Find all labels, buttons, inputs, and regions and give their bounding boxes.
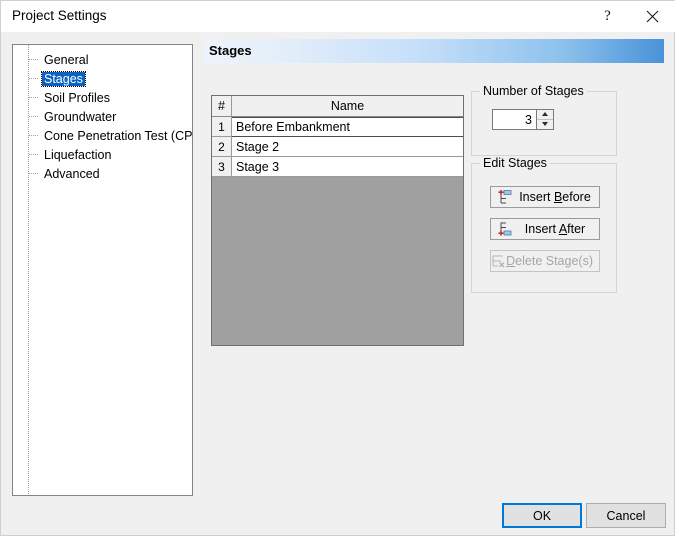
tree-item-advanced[interactable]: Advanced (13, 164, 192, 183)
project-settings-dialog: Project Settings ? General Stages Soil Pro… (0, 0, 675, 536)
window-title: Project Settings (12, 8, 107, 23)
insert-after-button[interactable]: Insert After (490, 218, 600, 240)
stages-page: Stages # Name 1Before Embankment2Stage 2… (204, 39, 664, 349)
tree-item-label: Soil Profiles (42, 91, 112, 105)
chevron-up-icon (542, 112, 548, 116)
tree-item-general[interactable]: General (13, 50, 192, 69)
settings-tree[interactable]: General Stages Soil Profiles Groundwater Con… (12, 44, 193, 496)
ok-button[interactable]: OK (502, 503, 582, 528)
page-header-band: Stages (204, 39, 664, 63)
grid-column-header-name: Name (232, 96, 463, 117)
ok-button-label: OK (533, 509, 551, 523)
tree-item-label: Advanced (42, 167, 102, 181)
grid-cell-name[interactable]: Stage 2 (232, 137, 463, 157)
tree-item-label: Liquefaction (42, 148, 113, 162)
stepper-buttons[interactable] (537, 109, 554, 130)
cancel-button-label: Cancel (607, 509, 646, 523)
tree-item-label: General (42, 53, 90, 67)
grid-cell-name[interactable]: Before Embankment (232, 117, 463, 137)
grid-cell-index[interactable]: 3 (212, 157, 232, 177)
delete-stages-label: Delete Stage(s) (506, 254, 599, 268)
insert-before-button[interactable]: Insert Before (490, 186, 600, 208)
number-of-stages-group: Number of Stages 3 (471, 91, 617, 156)
tree-item-liquefaction[interactable]: Liquefaction (13, 145, 192, 164)
tree-item-soil-profiles[interactable]: Soil Profiles (13, 88, 192, 107)
delete-stages-button: Delete Stage(s) (490, 250, 600, 272)
insert-after-icon (491, 222, 517, 236)
delete-stages-icon (491, 254, 506, 268)
tree-item-groundwater[interactable]: Groundwater (13, 107, 192, 126)
number-of-stages-stepper[interactable]: 3 (492, 109, 554, 130)
edit-stages-group-title: Edit Stages (480, 156, 550, 170)
table-row[interactable]: 2Stage 2 (212, 137, 463, 157)
cancel-button[interactable]: Cancel (586, 503, 666, 528)
close-button[interactable] (630, 1, 675, 32)
grid-column-header-index: # (212, 96, 232, 117)
title-bar: Project Settings ? (1, 1, 675, 32)
grid-cell-index[interactable]: 1 (212, 117, 232, 137)
stepper-down-button[interactable] (537, 120, 553, 130)
stepper-up-button[interactable] (537, 110, 553, 120)
tree-item-stages[interactable]: Stages (13, 69, 192, 88)
number-of-stages-group-title: Number of Stages (480, 84, 587, 98)
table-row[interactable]: 1Before Embankment (212, 117, 463, 137)
tree-item-cone-penetration-test-cpt[interactable]: Cone Penetration Test (CPT) (13, 126, 192, 145)
grid-cell-name[interactable]: Stage 3 (232, 157, 463, 177)
tree-item-label: Groundwater (42, 110, 118, 124)
table-row[interactable]: 3Stage 3 (212, 157, 463, 177)
close-icon (646, 10, 659, 23)
tree-item-label: Cone Penetration Test (CPT) (42, 129, 193, 143)
tree-item-label: Stages (42, 72, 85, 86)
insert-after-label: Insert After (517, 222, 599, 236)
help-button[interactable]: ? (585, 1, 630, 32)
edit-stages-group: Edit Stages Insert Before (471, 163, 617, 293)
page-title: Stages (209, 43, 252, 58)
stages-grid[interactable]: # Name 1Before Embankment2Stage 23Stage … (211, 95, 464, 346)
grid-cell-index[interactable]: 2 (212, 137, 232, 157)
grid-header-row: # Name (212, 96, 463, 117)
insert-before-icon (491, 190, 517, 204)
question-mark-icon: ? (604, 9, 611, 24)
insert-before-label: Insert Before (517, 190, 599, 204)
number-of-stages-input[interactable]: 3 (492, 109, 537, 130)
chevron-down-icon (542, 122, 548, 126)
